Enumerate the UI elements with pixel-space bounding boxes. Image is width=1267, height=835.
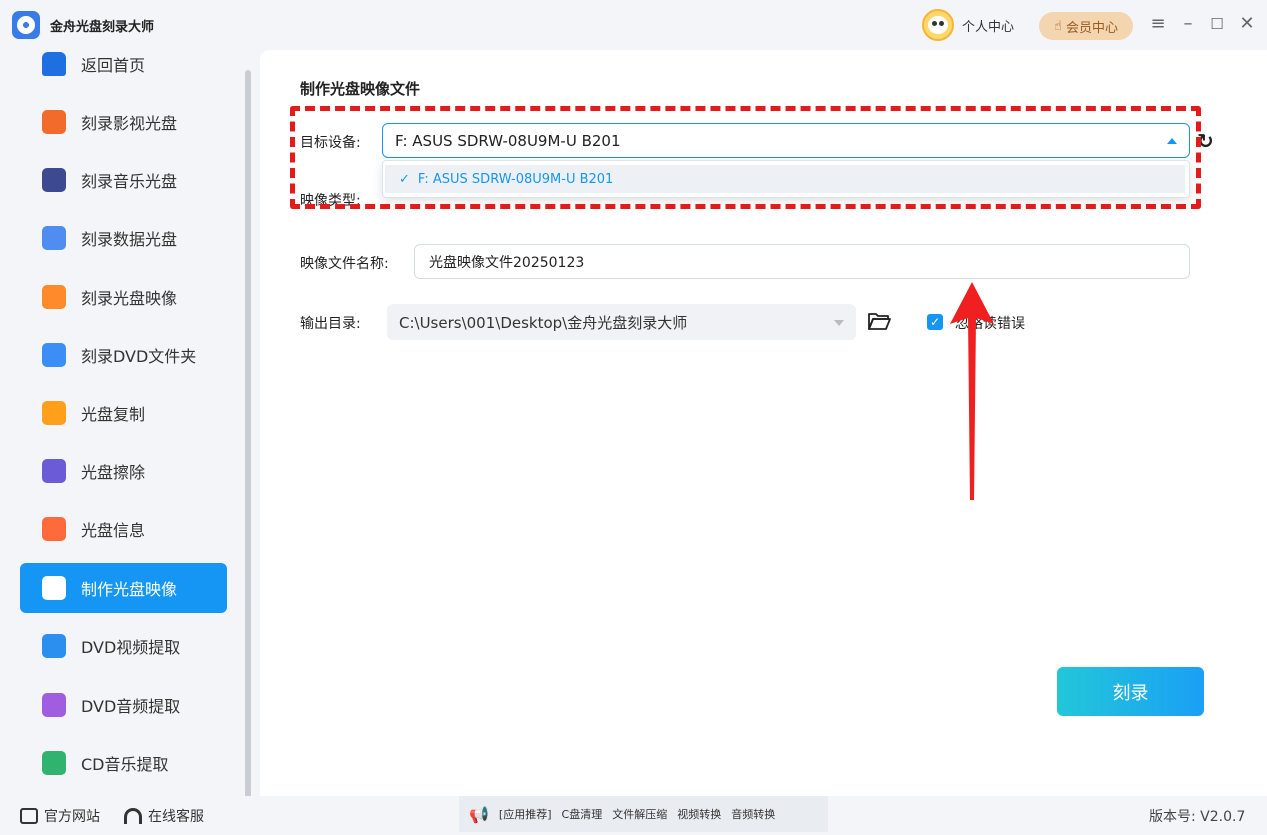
page-title: 制作光盘映像文件: [300, 80, 421, 98]
sidebar-item-cd-music-extract[interactable]: CD音乐提取: [20, 738, 227, 788]
output-dir-label: 输出目录:: [300, 316, 361, 332]
target-device-select[interactable]: F: ASUS SDRW-08U9M-U B201: [382, 123, 1190, 158]
dvd-audio-icon: [42, 693, 66, 717]
image-name-label: 映像文件名称:: [300, 256, 389, 272]
ignore-errors-checkbox[interactable]: ✓: [927, 314, 943, 330]
megaphone-icon: 📢: [469, 804, 489, 824]
image-name-value: 光盘映像文件20250123: [429, 254, 585, 271]
sidebar-item-burn-data[interactable]: 刻录数据光盘: [20, 213, 227, 263]
dropdown-option-label: F: ASUS SDRW-08U9M-U B201: [417, 171, 614, 187]
sidebar-scrollbar[interactable]: [245, 70, 251, 798]
maximize-icon[interactable]: ☐: [1206, 13, 1228, 35]
promo-link-video-convert[interactable]: 视频转换: [677, 806, 721, 822]
promo-link-audio-convert[interactable]: 音频转换: [731, 806, 775, 822]
red-arrow-annotation: [950, 282, 994, 500]
disc-erase-icon: [42, 459, 66, 483]
sidebar-item-burn-image[interactable]: 刻录光盘映像: [20, 272, 227, 322]
output-dir-select[interactable]: C:\Users\001\Desktop\金舟光盘刻录大师: [387, 304, 856, 340]
promo-link-unzip[interactable]: 文件解压缩: [612, 806, 667, 822]
official-website-link[interactable]: 官方网站: [20, 806, 100, 826]
make-image-icon: [42, 576, 66, 600]
close-icon[interactable]: ✕: [1236, 13, 1258, 35]
image-name-input[interactable]: 光盘映像文件20250123: [414, 244, 1190, 279]
video-disc-icon: [42, 110, 66, 134]
data-disc-icon: [42, 226, 66, 250]
output-dir-value: C:\Users\001\Desktop\金舟光盘刻录大师: [399, 313, 688, 332]
disc-info-icon: [42, 517, 66, 541]
sidebar-item-disc-copy[interactable]: 光盘复制: [20, 388, 227, 438]
sidebar-item-label: 刻录数据光盘: [81, 230, 178, 249]
promo-tag: [应用推荐]: [498, 808, 552, 821]
sidebar-item-disc-info[interactable]: 光盘信息: [20, 504, 227, 554]
sidebar-item-make-image[interactable]: 制作光盘映像: [20, 563, 227, 613]
sidebar: 返回首页 刻录影视光盘 刻录音乐光盘 刻录数据光盘 刻录光盘映像 刻录DVD文件…: [0, 36, 252, 796]
footer: 官方网站 在线客服 📢 [应用推荐] C盘清理 文件解压缩 视频转换 音频转换 …: [0, 796, 1267, 835]
online-support-label: 在线客服: [148, 809, 204, 825]
home-icon: [42, 52, 66, 76]
app-title: 金舟光盘刻录大师: [50, 20, 155, 35]
sidebar-item-dvd-video-extract[interactable]: DVD视频提取: [20, 621, 227, 671]
user-avatar-icon[interactable]: [922, 9, 954, 41]
online-support-link[interactable]: 在线客服: [124, 806, 204, 826]
dvd-video-icon: [42, 634, 66, 658]
sidebar-item-burn-dvd-folder[interactable]: 刻录DVD文件夹: [20, 330, 227, 380]
dropdown-option[interactable]: ✓ F: ASUS SDRW-08U9M-U B201: [385, 165, 1185, 193]
monitor-icon: [20, 808, 38, 824]
sidebar-item-label: 刻录影视光盘: [81, 114, 178, 133]
sidebar-item-burn-video[interactable]: 刻录影视光盘: [20, 97, 227, 147]
sidebar-item-label: 制作光盘映像: [81, 580, 178, 599]
sidebar-item-label: 刻录光盘映像: [81, 289, 178, 308]
cd-music-icon: [42, 751, 66, 775]
promo-link-c-clean[interactable]: C盘清理: [562, 806, 603, 822]
check-icon: ✓: [399, 171, 410, 187]
minimize-icon[interactable]: –: [1177, 13, 1199, 35]
caret-down-icon: [834, 320, 844, 326]
app-promo-bar: 📢 [应用推荐] C盘清理 文件解压缩 视频转换 音频转换: [459, 796, 828, 832]
sidebar-item-dvd-audio-extract[interactable]: DVD音频提取: [20, 680, 227, 730]
burn-button[interactable]: 刻录: [1057, 667, 1204, 716]
sidebar-item-label: 光盘擦除: [81, 463, 146, 482]
music-disc-icon: [42, 168, 66, 192]
sidebar-item-label: 光盘信息: [81, 521, 146, 540]
sidebar-item-label: 刻录音乐光盘: [81, 172, 178, 191]
official-website-label: 官方网站: [44, 809, 100, 825]
app-logo-icon: [12, 11, 40, 39]
disc-copy-icon: [42, 401, 66, 425]
disc-image-icon: [42, 285, 66, 309]
caret-up-icon: [1167, 138, 1177, 144]
refresh-icon[interactable]: ↻: [1197, 130, 1219, 152]
sidebar-item-label: CD音乐提取: [81, 755, 169, 774]
sidebar-item-disc-erase[interactable]: 光盘擦除: [20, 446, 227, 496]
sidebar-item-label: 返回首页: [81, 56, 146, 75]
menu-icon[interactable]: ≡: [1147, 13, 1169, 35]
sidebar-item-home[interactable]: 返回首页: [20, 39, 227, 89]
target-device-dropdown: ✓ F: ASUS SDRW-08U9M-U B201: [382, 160, 1190, 198]
target-device-value: F: ASUS SDRW-08U9M-U B201: [395, 131, 621, 150]
sidebar-item-label: 刻录DVD文件夹: [81, 347, 197, 366]
sidebar-item-burn-music[interactable]: 刻录音乐光盘: [20, 155, 227, 205]
sidebar-item-label: 光盘复制: [81, 405, 146, 424]
target-device-label: 目标设备:: [300, 135, 361, 151]
vip-center-label: 会员中心: [1065, 20, 1118, 36]
headset-icon: [124, 808, 142, 824]
vip-center-button[interactable]: ☝ 会员中心: [1039, 12, 1133, 40]
dvd-folder-icon: [42, 343, 66, 367]
folder-open-icon[interactable]: [867, 310, 891, 332]
thumbs-up-icon: ☝: [1054, 18, 1062, 34]
sidebar-item-label: DVD音频提取: [81, 697, 181, 716]
image-type-label: 映像类型:: [300, 193, 361, 209]
main-panel: 制作光盘映像文件 目标设备: F: ASUS SDRW-08U9M-U B201…: [260, 50, 1267, 796]
personal-center-link[interactable]: 个人中心: [962, 16, 1014, 35]
version-label: 版本号: V2.0.7: [1149, 809, 1246, 825]
sidebar-item-label: DVD视频提取: [81, 638, 181, 657]
